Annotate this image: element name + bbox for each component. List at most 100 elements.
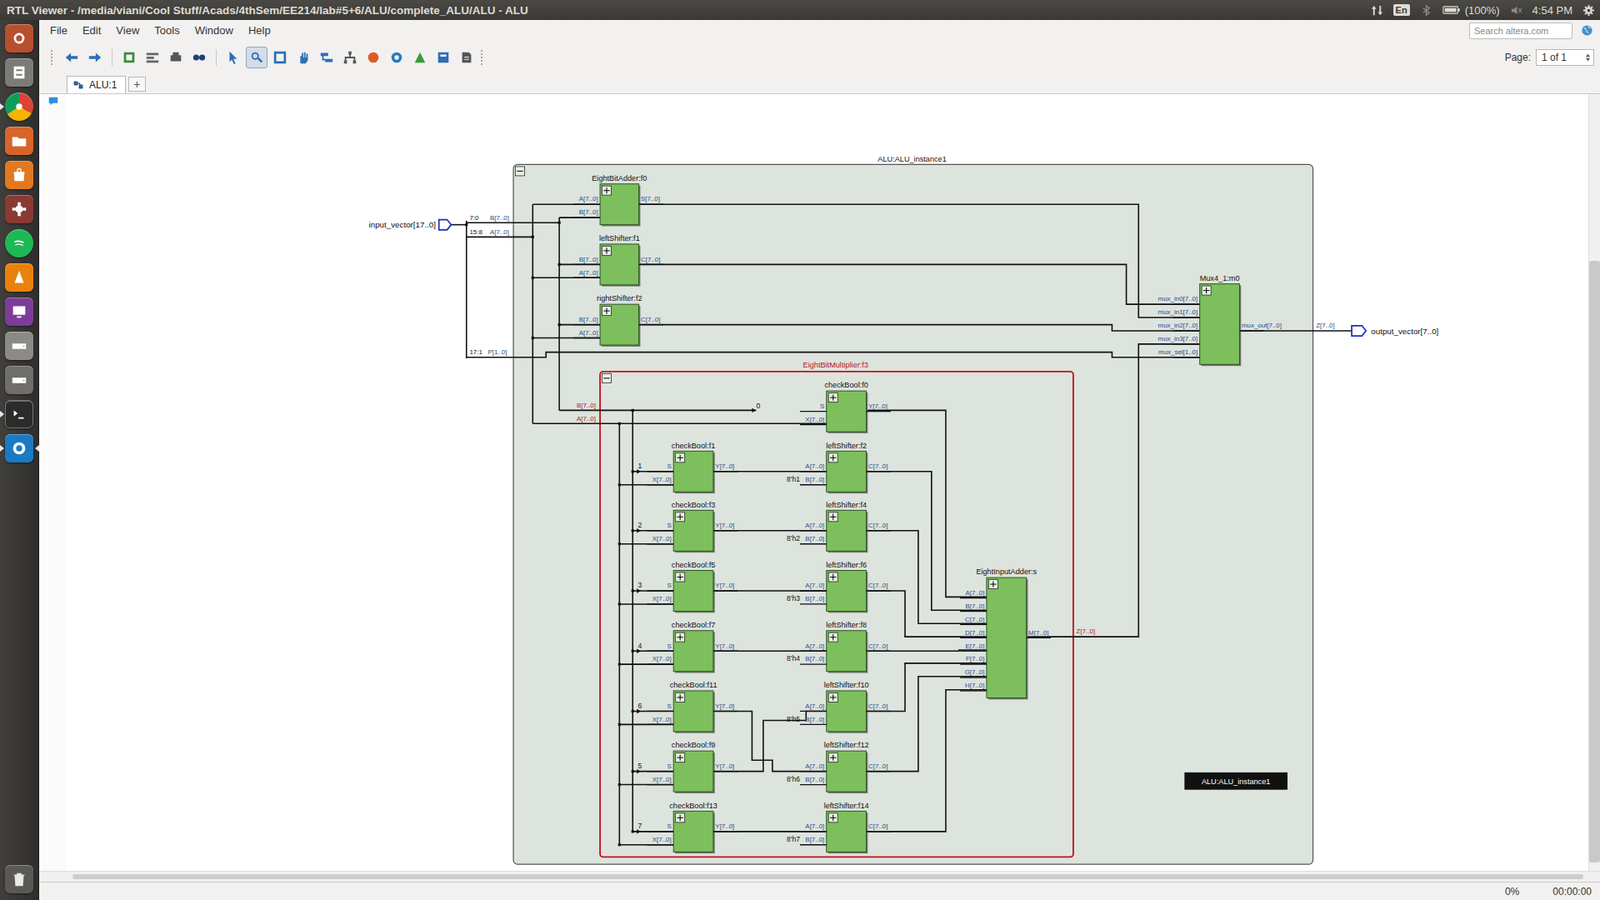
page-spinbox[interactable]: 1 of 1 [1535,49,1595,66]
tool-button[interactable] [385,46,408,69]
clock[interactable]: 4:54 PM [1532,4,1573,17]
wire[interactable] [559,324,600,326]
expand-icon[interactable] [675,453,685,463]
expand-icon[interactable] [675,753,685,763]
wire[interactable] [713,650,827,652]
instance-box[interactable] [513,164,1314,865]
wire[interactable] [532,204,535,424]
wire[interactable] [619,603,674,605]
tool-button[interactable] [84,46,106,69]
wire[interactable] [465,220,468,359]
wire[interactable] [639,204,1200,318]
launcher-item[interactable] [0,400,40,429]
input-port[interactable]: input_vector[17..0] [369,220,452,230]
wire[interactable] [866,590,987,637]
wire[interactable] [559,410,600,412]
wire[interactable] [713,710,827,771]
schematic-canvas[interactable]: ALU:ALU_instance1EightBitMultiplier:f3B[… [66,94,1589,871]
tool-button[interactable] [362,46,385,69]
wire[interactable] [1239,330,1352,332]
launcher-item[interactable] [0,24,40,53]
wire[interactable] [713,590,827,592]
expand-icon[interactable] [675,813,685,823]
tool-button[interactable] [188,46,210,69]
module-block[interactable]: checkBool:f9S5X[7..0]Y[7..0] [637,740,738,793]
horizontal-scrollbar[interactable] [39,870,1600,882]
bluetooth-icon[interactable] [1420,4,1433,17]
module-block[interactable]: checkBool:f3S2X[7..0]Y[7..0] [637,500,738,553]
search-field[interactable]: Search altera.com [1469,22,1573,40]
tool-button[interactable] [315,46,338,69]
launcher-item[interactable] [0,195,40,224]
module-block[interactable]: EightInputAdder:sA[7..0]B[7..0]C[7..0]D[… [960,567,1051,700]
module-box[interactable] [673,570,714,612]
wire[interactable] [639,264,1200,305]
wire[interactable] [639,325,1200,331]
wire[interactable] [866,676,987,772]
module-box[interactable] [826,510,867,551]
menu-item[interactable]: Window [187,21,241,40]
module-box[interactable] [673,750,714,792]
module-block[interactable]: Mux4_1:m0mux_in0[7..0]mux_in1[7..0]mux_i… [1158,274,1282,366]
wire[interactable] [866,471,987,610]
launcher-item[interactable] [0,365,40,395]
tool-button[interactable] [339,46,361,69]
launcher-item[interactable] [0,160,40,190]
wire[interactable] [559,216,600,219]
wire[interactable] [466,236,534,239]
expand-icon[interactable] [675,692,685,702]
tool-button[interactable] [409,46,431,69]
module-block[interactable]: checkBool:f7S4X[7..0]Y[7..0] [637,620,738,673]
toolbar-grip[interactable] [50,50,55,65]
wire[interactable] [619,844,674,846]
wire[interactable] [866,690,987,832]
launcher-item[interactable] [0,229,40,258]
toolbar-grip[interactable] [480,50,485,65]
volume-icon[interactable] [1510,4,1523,17]
keyboard-indicator[interactable]: En [1393,4,1410,16]
wire[interactable] [866,530,987,624]
tool-button[interactable] [269,46,291,69]
expand-icon[interactable] [828,632,838,642]
tool-button[interactable] [455,46,478,69]
wire[interactable] [866,663,987,712]
expand-icon[interactable] [828,813,838,823]
module-box[interactable] [673,450,714,492]
wire[interactable] [866,410,987,597]
wire[interactable] [558,217,560,410]
module-block[interactable]: leftShifter:f8A[7..0]B[7..0]8'h4C[7..0] [786,620,891,673]
wire[interactable] [1073,344,1200,637]
wire[interactable] [600,410,756,412]
module-block[interactable]: checkBool:f5S3X[7..0]Y[7..0] [637,560,738,613]
launcher-item[interactable] [0,58,40,87]
expand-icon[interactable] [602,306,612,316]
output-port[interactable]: output_vector[7..0] [1351,325,1440,336]
module-block[interactable]: leftShifter:f10A[7..0]B[7..0]8'h5C[7..0] [786,680,891,733]
wire[interactable] [619,484,674,486]
module-block[interactable]: checkBool:f0S0X[7..0]Y[7..0] [755,380,890,433]
globe-icon[interactable] [1580,24,1594,37]
wire[interactable] [866,650,987,651]
menu-item[interactable]: View [108,21,147,40]
gear-icon[interactable] [1582,4,1595,17]
module-box[interactable] [673,630,714,672]
module-box[interactable] [673,690,714,732]
expand-icon[interactable] [675,512,685,522]
network-icon[interactable] [1370,4,1384,17]
launcher-item[interactable] [0,331,40,360]
wire[interactable] [600,423,827,425]
module-block[interactable]: rightShifter:f2B[7..0]A[7..0]C[7..0] [573,294,664,346]
module-box[interactable] [826,750,867,792]
tool-button[interactable] [222,46,245,69]
tool-button[interactable] [141,46,164,69]
wire[interactable] [532,203,600,205]
wire[interactable] [619,543,674,545]
tool-button[interactable] [60,46,83,69]
multiplier-instance[interactable]: EightBitMultiplier:f3B[7..0]A[7..0]Z[7..… [576,360,1095,857]
module-block[interactable]: leftShifter:f14A[7..0]B[7..0]8'h7C[7..0] [786,801,891,854]
spin-arrows-icon[interactable] [1585,52,1591,63]
vertical-scrollbar[interactable] [1588,94,1600,871]
expand-icon[interactable] [828,453,838,463]
wire[interactable] [532,337,600,340]
module-box[interactable] [826,390,867,432]
